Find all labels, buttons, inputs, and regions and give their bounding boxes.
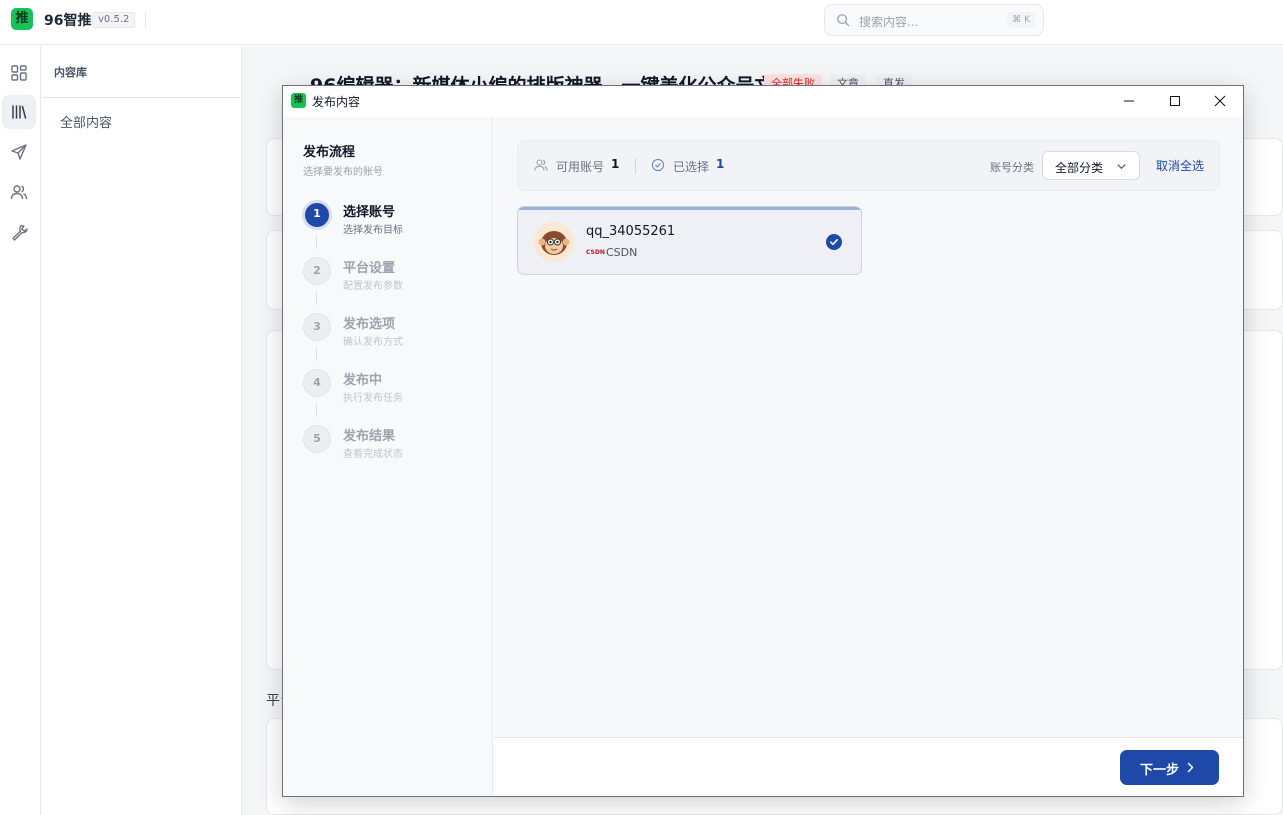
- csdn-logo-icon: CSDN: [586, 249, 605, 256]
- nav-publish-button[interactable]: [2, 135, 36, 169]
- next-step-button[interactable]: 下一步: [1120, 750, 1219, 785]
- dialog-app-icon: 推: [291, 93, 306, 108]
- step-label: 发布中: [343, 373, 383, 388]
- dialog-footer: 下一步: [494, 737, 1243, 796]
- library-sidebar: 内容库 全部内容: [42, 46, 242, 815]
- step-number: 1: [302, 200, 332, 230]
- category-label: 账号分类: [990, 161, 1034, 174]
- icon-rail: [0, 46, 41, 815]
- search-icon: [837, 14, 850, 27]
- step-desc: 查看完成状态: [343, 449, 403, 460]
- step-label: 平台设置: [343, 261, 396, 276]
- search-placeholder: 搜索内容...: [859, 15, 919, 29]
- step-connector: [316, 235, 317, 249]
- workflow-panel: 发布流程 选择要发布的账号 1 选择账号 选择发布目标 2 平台设置 配置发布参…: [283, 117, 493, 796]
- workflow-subtitle: 选择要发布的账号: [303, 167, 383, 178]
- selected-label: 已选择: [673, 160, 710, 174]
- step-number: 2: [303, 257, 331, 285]
- available-label: 可用账号: [556, 160, 605, 174]
- app-logo: 推: [11, 8, 33, 30]
- check-circle-icon: [651, 158, 665, 172]
- nav-dashboard-button[interactable]: [2, 56, 36, 90]
- dialog-titlebar[interactable]: 推 发布内容: [283, 86, 1243, 116]
- accounts-toolbar: 可用账号 1 已选择 1 账号分类 全部分类 取消全选: [517, 140, 1220, 191]
- users-icon: [534, 159, 548, 171]
- step-label: 选择账号: [343, 205, 396, 220]
- search-box[interactable]: 搜索内容... ⌘ K: [824, 4, 1044, 36]
- top-divider: [145, 12, 146, 28]
- step-publish-options: 3 发布选项 确认发布方式: [303, 313, 483, 353]
- account-card[interactable]: qq_34055261 CSDN CSDN: [517, 206, 862, 275]
- checkmark-icon: [830, 239, 838, 246]
- avatar: [534, 222, 574, 262]
- wrench-icon: [12, 224, 28, 241]
- library-icon: [12, 105, 27, 119]
- chevron-down-icon: [1117, 164, 1126, 170]
- dialog-title: 发布内容: [312, 95, 361, 109]
- search-shortcut: ⌘ K: [1007, 12, 1035, 28]
- dashboard-icon: [11, 65, 27, 81]
- maximize-icon: [1170, 96, 1180, 106]
- close-icon: [1214, 95, 1226, 107]
- users-icon: [10, 185, 28, 200]
- step-desc: 配置发布参数: [343, 281, 403, 292]
- workflow-title: 发布流程: [303, 145, 356, 160]
- selected-count: 1: [716, 157, 725, 171]
- maximize-button[interactable]: [1152, 86, 1198, 116]
- account-username: qq_34055261: [586, 224, 676, 239]
- minimize-icon: [1124, 100, 1134, 102]
- send-icon: [11, 144, 27, 160]
- library-header: 内容库: [42, 46, 240, 98]
- step-label: 发布结果: [343, 429, 396, 444]
- step-connector: [316, 291, 317, 305]
- card-accent-line: [518, 207, 861, 210]
- selected-checkbox[interactable]: [826, 234, 842, 250]
- library-title: 内容库: [54, 66, 87, 79]
- step-select-account: 1 选择账号 选择发布目标: [302, 200, 483, 241]
- publish-dialog: 推 发布内容 发布流程 选择要发布的账号 1 选择账号 选择发布目标 2 平台设…: [282, 85, 1244, 797]
- step-desc: 确认发布方式: [343, 337, 403, 348]
- category-value: 全部分类: [1055, 161, 1104, 175]
- step-number: 4: [303, 369, 331, 397]
- nav-accounts-button[interactable]: [2, 175, 36, 209]
- version-badge: v0.5.2: [92, 12, 136, 28]
- available-count: 1: [611, 157, 620, 171]
- deselect-all-button[interactable]: 取消全选: [1156, 157, 1204, 174]
- step-desc: 执行发布任务: [343, 393, 403, 404]
- minimize-button[interactable]: [1106, 86, 1152, 116]
- library-item-all[interactable]: 全部内容: [60, 112, 112, 131]
- step-number: 3: [303, 313, 331, 341]
- account-platform: CSDN: [606, 246, 638, 259]
- nav-tools-button[interactable]: [2, 215, 36, 249]
- step-platform-settings: 2 平台设置 配置发布参数: [303, 257, 483, 297]
- step-connector: [316, 403, 317, 417]
- category-select[interactable]: 全部分类: [1042, 151, 1140, 180]
- next-step-label: 下一步: [1140, 763, 1180, 778]
- step-number: 5: [303, 425, 331, 453]
- step-desc: 选择发布目标: [343, 225, 403, 236]
- step-label: 发布选项: [343, 317, 396, 332]
- toolbar-divider: [635, 158, 636, 174]
- app-name: 96智推: [44, 13, 92, 29]
- close-button[interactable]: [1197, 86, 1243, 116]
- account-selection-area: 可用账号 1 已选择 1 账号分类 全部分类 取消全选 qq_34055261 …: [494, 117, 1243, 737]
- step-connector: [316, 347, 317, 361]
- step-publishing: 4 发布中 执行发布任务: [303, 369, 483, 409]
- step-publish-result: 5 发布结果 查看完成状态: [303, 425, 483, 465]
- nav-library-button[interactable]: [2, 95, 36, 129]
- top-bar: 推 96智推 v0.5.2 搜索内容... ⌘ K: [0, 0, 1283, 45]
- chevron-right-icon: [1187, 762, 1194, 773]
